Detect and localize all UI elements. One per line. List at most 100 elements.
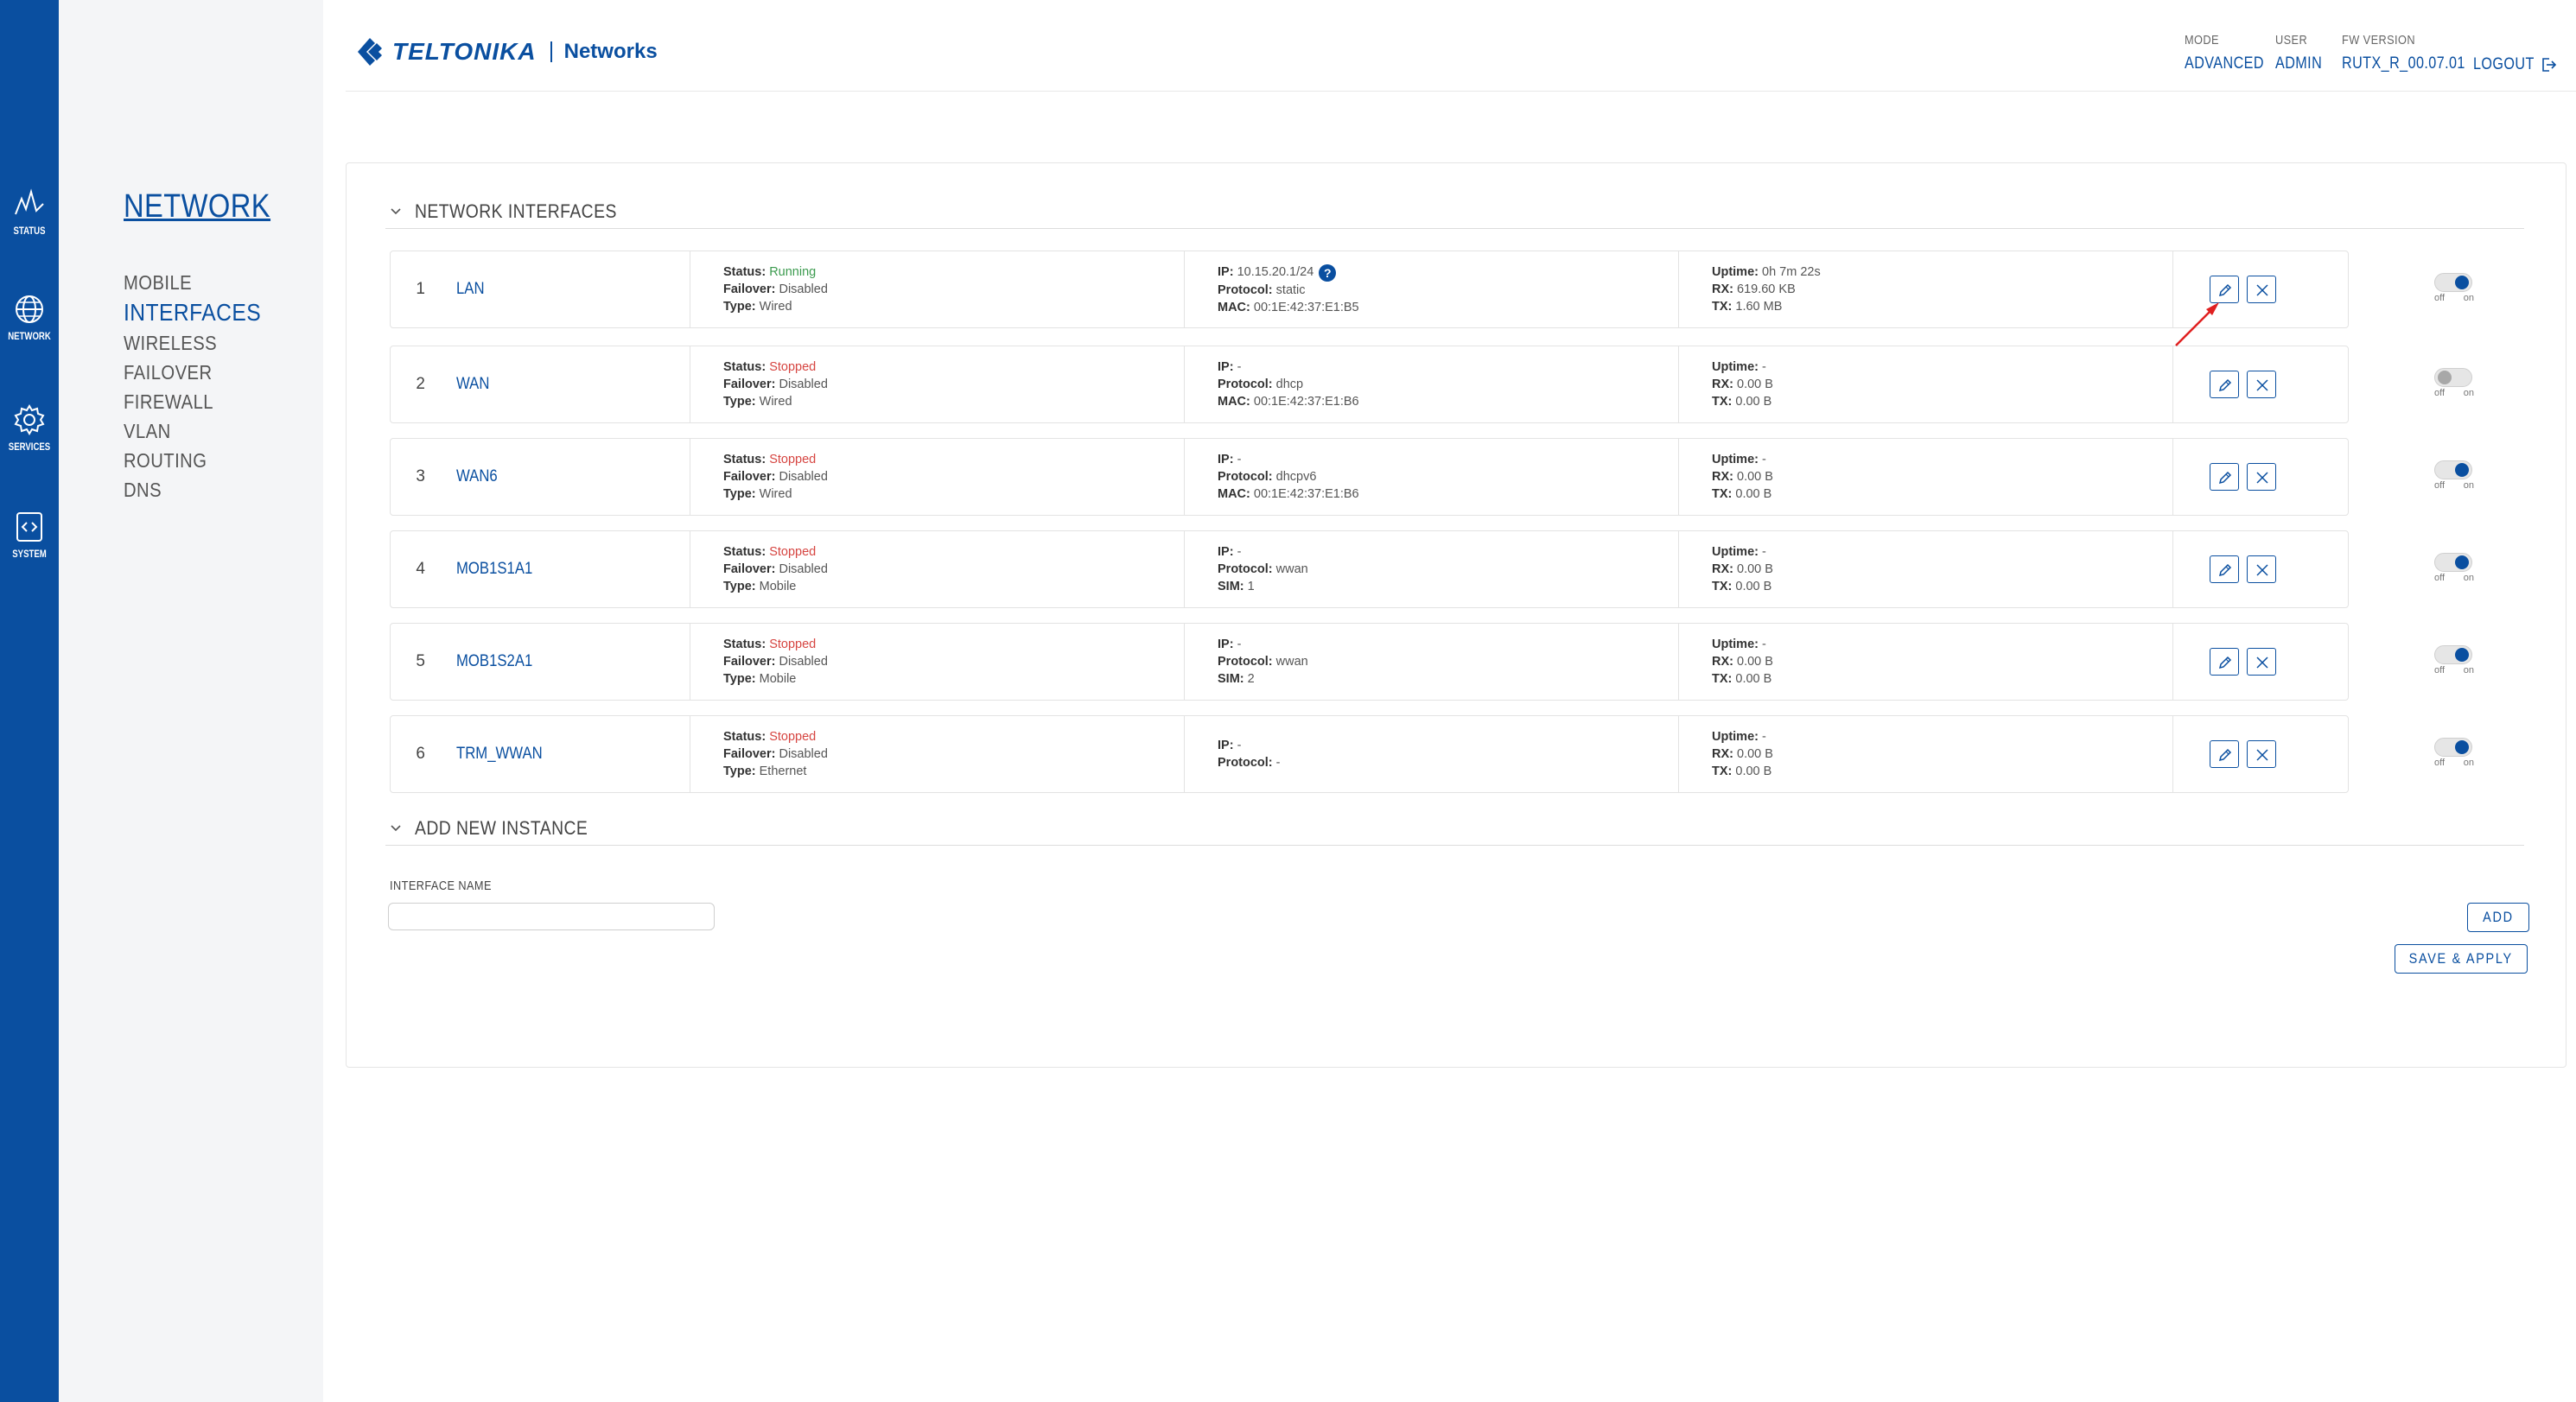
status-info: Status: Stopped Failover: Disabled Type: M… xyxy=(723,636,828,688)
ip-value: - xyxy=(1237,545,1242,559)
network-interfaces-header[interactable]: NETWORK INTERFACES xyxy=(385,194,2524,229)
traffic-info: Uptime: - RX: 0.00 B TX: 0.00 B xyxy=(1712,358,1773,410)
logout-button[interactable]: LOGOUT xyxy=(2473,55,2557,74)
mode-block: MODE ADVANCED xyxy=(2185,33,2278,73)
subnav-item-mobile[interactable]: MOBILE xyxy=(124,268,261,297)
rail-item-status[interactable]: STATUS xyxy=(0,188,59,257)
mode-value[interactable]: ADVANCED xyxy=(2185,54,2264,73)
delete-button[interactable] xyxy=(2247,648,2276,676)
toggle-switch[interactable] xyxy=(2434,645,2472,664)
toggle-switch[interactable] xyxy=(2434,553,2472,572)
protocol-value: wwan xyxy=(1275,655,1308,669)
edit-button[interactable] xyxy=(2210,648,2239,676)
edit-button[interactable] xyxy=(2210,276,2239,303)
edit-button[interactable] xyxy=(2210,463,2239,491)
toggle-switch[interactable] xyxy=(2434,273,2472,292)
edit-button[interactable] xyxy=(2210,740,2239,768)
status-value: Stopped xyxy=(769,360,817,374)
delete-button[interactable] xyxy=(2247,555,2276,583)
extra-label: SIM: xyxy=(1218,672,1244,686)
subnav-item-dns[interactable]: DNS xyxy=(124,475,261,504)
interface-name-link[interactable]: WAN6 xyxy=(456,439,654,515)
interface-name-link[interactable]: MOB1S1A1 xyxy=(456,531,654,607)
toggle-on-label: on xyxy=(2463,388,2474,398)
rail-item-system[interactable]: SYSTEM xyxy=(0,511,59,580)
uptime-label: Uptime: xyxy=(1712,453,1759,466)
interface-name-link[interactable]: WAN xyxy=(456,346,654,422)
row-divider xyxy=(1678,716,1679,792)
tx-value: 1.60 MB xyxy=(1735,300,1783,314)
toggle-labels: off on xyxy=(2434,573,2474,583)
subnav-title[interactable]: NETWORK xyxy=(124,188,270,225)
enable-toggle[interactable]: off on xyxy=(2431,273,2479,303)
edit-button[interactable] xyxy=(2210,371,2239,398)
subnav-item-wireless[interactable]: WIRELESS xyxy=(124,328,261,358)
logo-brand: TELTONIKA xyxy=(392,38,537,65)
enable-toggle[interactable]: off on xyxy=(2431,553,2479,583)
protocol-label: Protocol: xyxy=(1218,377,1273,391)
rail-item-services[interactable]: SERVICES xyxy=(0,404,59,473)
row-divider xyxy=(2172,439,2173,515)
fw-value[interactable]: RUTX_R_00.07.01 xyxy=(2342,54,2465,73)
tx-value: 0.00 B xyxy=(1735,395,1772,409)
enable-toggle[interactable]: off on xyxy=(2431,460,2479,491)
rail-label-network: NETWORK xyxy=(8,330,51,342)
save-apply-button[interactable]: SAVE & APPLY xyxy=(2395,944,2528,974)
interface-row: 3 WAN6 Status: Stopped Failover: Disabled Ty… xyxy=(390,438,2474,516)
row-divider xyxy=(1678,531,1679,607)
ip-info: IP: - Protocol: wwan SIM: 2 xyxy=(1218,636,1308,688)
rail-item-network[interactable]: NETWORK xyxy=(0,294,59,363)
delete-button[interactable] xyxy=(2247,740,2276,768)
status-label: Status: xyxy=(723,545,766,559)
interface-name-link[interactable]: LAN xyxy=(456,251,654,327)
row-divider xyxy=(2172,716,2173,792)
row-divider xyxy=(1184,439,1185,515)
edit-button[interactable] xyxy=(2210,555,2239,583)
enable-toggle[interactable]: off on xyxy=(2431,368,2479,398)
delete-button[interactable] xyxy=(2247,276,2276,303)
subnav-item-vlan[interactable]: VLAN xyxy=(124,416,261,446)
toggle-knob xyxy=(2455,463,2469,477)
tx-value: 0.00 B xyxy=(1735,764,1772,778)
enable-toggle[interactable]: off on xyxy=(2431,645,2479,676)
interface-name-input[interactable] xyxy=(388,903,715,930)
subnav-item-interfaces[interactable]: INTERFACES xyxy=(124,297,261,328)
fw-block: FW VERSION RUTX_R_00.07.01 xyxy=(2342,33,2487,73)
delete-button[interactable] xyxy=(2247,371,2276,398)
status-value: Running xyxy=(769,265,817,279)
subnav-item-firewall[interactable]: FIREWALL xyxy=(124,387,261,416)
protocol-value: dhcpv6 xyxy=(1275,470,1317,484)
toggle-switch[interactable] xyxy=(2434,460,2472,479)
add-instance-header[interactable]: ADD NEW INSTANCE xyxy=(385,811,2524,846)
protocol-value: - xyxy=(1275,756,1281,770)
ip-label: IP: xyxy=(1218,638,1234,651)
add-button[interactable]: ADD xyxy=(2467,903,2529,932)
row-divider xyxy=(1184,531,1185,607)
user-value[interactable]: ADMIN xyxy=(2275,54,2322,73)
tx-value: 0.00 B xyxy=(1735,672,1772,686)
ip-info: IP: - Protocol: dhcpv6 MAC: 00:1E:42:37:E1… xyxy=(1218,451,1359,503)
interface-name-link[interactable]: TRM_WWAN xyxy=(456,716,654,792)
help-icon[interactable]: ? xyxy=(1319,264,1337,282)
rx-value: 619.60 KB xyxy=(1737,282,1796,296)
logout-icon xyxy=(2542,58,2557,72)
row-divider xyxy=(1678,439,1679,515)
subnav-item-failover[interactable]: FAILOVER xyxy=(124,358,261,387)
teltonika-logo[interactable]: TELTONIKA Networks xyxy=(354,33,658,71)
toggle-switch[interactable] xyxy=(2434,368,2472,387)
interface-name-link[interactable]: MOB1S2A1 xyxy=(456,624,654,700)
row-divider xyxy=(2172,624,2173,700)
interfaces-panel: NETWORK INTERFACES 1 LAN Status: Running Fa… xyxy=(346,162,2566,1068)
toggle-switch[interactable] xyxy=(2434,738,2472,757)
globe-icon xyxy=(16,295,43,323)
subnav-item-routing[interactable]: ROUTING xyxy=(124,446,261,475)
toggle-labels: off on xyxy=(2434,388,2474,398)
rx-label: RX: xyxy=(1712,470,1733,484)
toggle-off-label: off xyxy=(2434,758,2446,768)
enable-toggle[interactable]: off on xyxy=(2431,738,2479,768)
traffic-info: Uptime: - RX: 0.00 B TX: 0.00 B xyxy=(1712,728,1773,780)
protocol-value: wwan xyxy=(1275,562,1308,576)
user-label: USER xyxy=(2275,33,2308,48)
uptime-value: - xyxy=(1762,730,1766,744)
delete-button[interactable] xyxy=(2247,463,2276,491)
